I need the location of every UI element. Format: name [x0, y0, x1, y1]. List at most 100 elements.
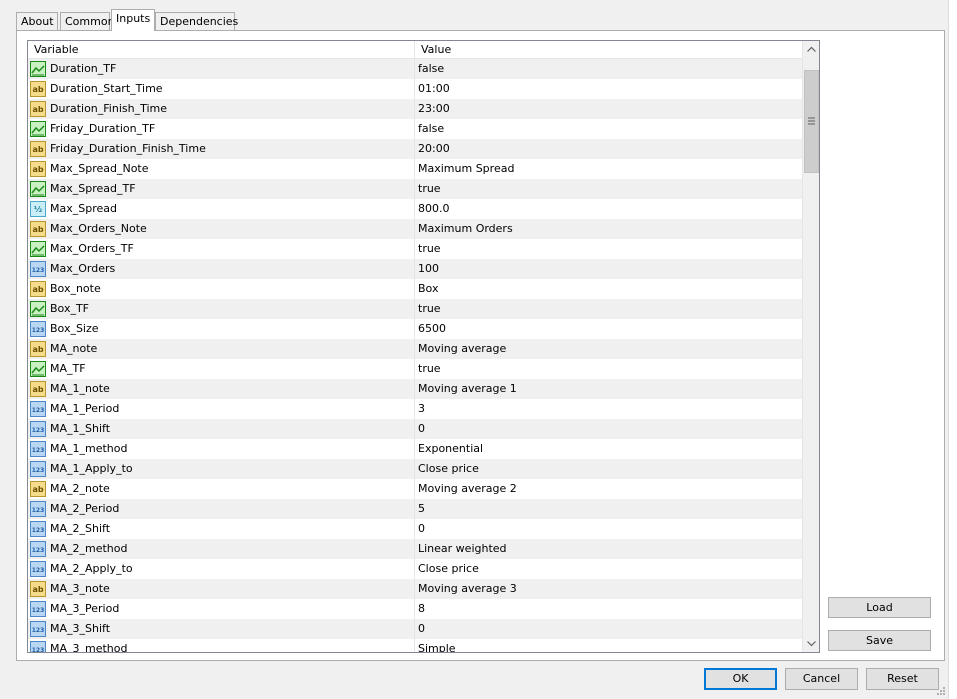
table-row[interactable]: 123 MA_3_Shift 0	[28, 619, 802, 639]
value-cell[interactable]: Moving average 1	[418, 379, 517, 399]
table-row[interactable]: ab MA_2_note Moving average 2	[28, 479, 802, 499]
table-row[interactable]: 123 MA_1_method Exponential	[28, 439, 802, 459]
table-row[interactable]: MA_TF true	[28, 359, 802, 379]
scroll-thumb[interactable]	[804, 70, 819, 173]
load-button[interactable]: Load	[828, 597, 931, 618]
grid-rows: Duration_TF false ab Duration_Start_Time 01:…	[28, 59, 802, 652]
table-row[interactable]: ab Duration_Finish_Time 23:00	[28, 99, 802, 119]
value-cell[interactable]: 5	[418, 499, 425, 519]
save-button[interactable]: Save	[828, 630, 931, 651]
tab-dependencies[interactable]: Dependencies	[155, 12, 238, 31]
table-row[interactable]: 123 MA_3_method Simple	[28, 639, 802, 652]
value-cell[interactable]: Moving average 2	[418, 479, 517, 499]
value-cell[interactable]: 01:00	[418, 79, 450, 99]
value-cell[interactable]: 800.0	[418, 199, 450, 219]
value-cell[interactable]: Close price	[418, 559, 479, 579]
cancel-button[interactable]: Cancel	[785, 668, 858, 690]
resize-grip-icon[interactable]	[936, 686, 946, 696]
table-row[interactable]: ab Friday_Duration_Finish_Time 20:00	[28, 139, 802, 159]
variable-cell: Box_TF	[28, 299, 415, 319]
value-cell[interactable]: true	[418, 179, 441, 199]
bool-type-icon	[30, 61, 46, 77]
table-row[interactable]: ab Max_Spread_Note Maximum Spread	[28, 159, 802, 179]
variable-cell: ab Friday_Duration_Finish_Time	[28, 139, 415, 159]
value-cell[interactable]: Simple	[418, 639, 456, 652]
value-cell[interactable]: Close price	[418, 459, 479, 479]
svg-text:123: 123	[32, 607, 45, 614]
value-cell[interactable]: Box	[418, 279, 438, 299]
column-header-variable[interactable]: Variable	[28, 41, 415, 59]
reset-button[interactable]: Reset	[866, 668, 939, 690]
table-row[interactable]: 123 Box_Size 6500	[28, 319, 802, 339]
table-row[interactable]: 123 MA_1_Apply_to Close price	[28, 459, 802, 479]
value-cell[interactable]: Moving average	[418, 339, 506, 359]
value-cell[interactable]: 100	[418, 259, 439, 279]
table-row[interactable]: Box_TF true	[28, 299, 802, 319]
value-cell[interactable]: 8	[418, 599, 425, 619]
int-type-icon: 123	[30, 441, 46, 457]
value-cell[interactable]: true	[418, 299, 441, 319]
int-type-icon: 123	[30, 641, 46, 652]
table-row[interactable]: 123 Max_Orders 100	[28, 259, 802, 279]
value-cell[interactable]: 20:00	[418, 139, 450, 159]
svg-text:123: 123	[32, 567, 45, 574]
ok-button[interactable]: OK	[704, 668, 777, 690]
table-row[interactable]: 123 MA_3_Period 8	[28, 599, 802, 619]
value-cell[interactable]: 0	[418, 419, 425, 439]
value-cell[interactable]: 6500	[418, 319, 446, 339]
variable-name: Duration_Start_Time	[50, 82, 163, 95]
table-row[interactable]: ab Duration_Start_Time 01:00	[28, 79, 802, 99]
tab-inputs[interactable]: Inputs	[111, 9, 155, 31]
table-row[interactable]: ab MA_3_note Moving average 3	[28, 579, 802, 599]
value-cell[interactable]: false	[418, 59, 444, 79]
string-type-icon: ab	[30, 381, 46, 397]
svg-text:ab: ab	[32, 165, 43, 174]
table-row[interactable]: Duration_TF false	[28, 59, 802, 79]
variable-name: MA_1_Period	[50, 402, 120, 415]
variable-cell: 123 MA_1_method	[28, 439, 415, 459]
table-row[interactable]: 123 MA_2_Period 5	[28, 499, 802, 519]
table-row[interactable]: ab MA_note Moving average	[28, 339, 802, 359]
value-cell[interactable]: 3	[418, 399, 425, 419]
table-row[interactable]: ½ Max_Spread 800.0	[28, 199, 802, 219]
value-cell[interactable]: 0	[418, 619, 425, 639]
variable-name: Box_note	[50, 282, 101, 295]
bool-type-icon	[30, 361, 46, 377]
value-cell[interactable]: 0	[418, 519, 425, 539]
value-cell[interactable]: Maximum Spread	[418, 159, 514, 179]
int-type-icon: 123	[30, 321, 46, 337]
table-row[interactable]: ab MA_1_note Moving average 1	[28, 379, 802, 399]
value-cell[interactable]: 23:00	[418, 99, 450, 119]
variable-cell: Duration_TF	[28, 59, 415, 79]
table-row[interactable]: 123 MA_1_Shift 0	[28, 419, 802, 439]
table-row[interactable]: Max_Orders_TF true	[28, 239, 802, 259]
svg-text:123: 123	[32, 467, 45, 474]
variable-cell: ab MA_2_note	[28, 479, 415, 499]
tab-about[interactable]: About	[16, 12, 58, 31]
svg-text:ab: ab	[32, 385, 43, 394]
column-header-value[interactable]: Value	[415, 41, 802, 59]
value-cell[interactable]: Maximum Orders	[418, 219, 513, 239]
variable-name: MA_TF	[50, 362, 86, 375]
table-row[interactable]: ab Box_note Box	[28, 279, 802, 299]
table-row[interactable]: 123 MA_2_Apply_to Close price	[28, 559, 802, 579]
table-row[interactable]: Friday_Duration_TF false	[28, 119, 802, 139]
vertical-scrollbar[interactable]	[802, 41, 819, 652]
scroll-up-button[interactable]	[803, 41, 819, 58]
value-cell[interactable]: Linear weighted	[418, 539, 507, 559]
scroll-down-button[interactable]	[803, 635, 819, 652]
tab-common[interactable]: Common	[60, 12, 115, 31]
svg-text:ab: ab	[32, 485, 43, 494]
value-cell[interactable]: true	[418, 239, 441, 259]
value-cell[interactable]: true	[418, 359, 441, 379]
table-row[interactable]: 123 MA_1_Period 3	[28, 399, 802, 419]
table-row[interactable]: ab Max_Orders_Note Maximum Orders	[28, 219, 802, 239]
inputs-grid[interactable]: Variable Value Duration_TF false ab Duratio…	[27, 40, 820, 653]
value-cell[interactable]: Exponential	[418, 439, 483, 459]
value-cell[interactable]: Moving average 3	[418, 579, 517, 599]
table-row[interactable]: 123 MA_2_Shift 0	[28, 519, 802, 539]
value-cell[interactable]: false	[418, 119, 444, 139]
table-row[interactable]: Max_Spread_TF true	[28, 179, 802, 199]
table-row[interactable]: 123 MA_2_method Linear weighted	[28, 539, 802, 559]
variable-cell: 123 MA_2_Period	[28, 499, 415, 519]
